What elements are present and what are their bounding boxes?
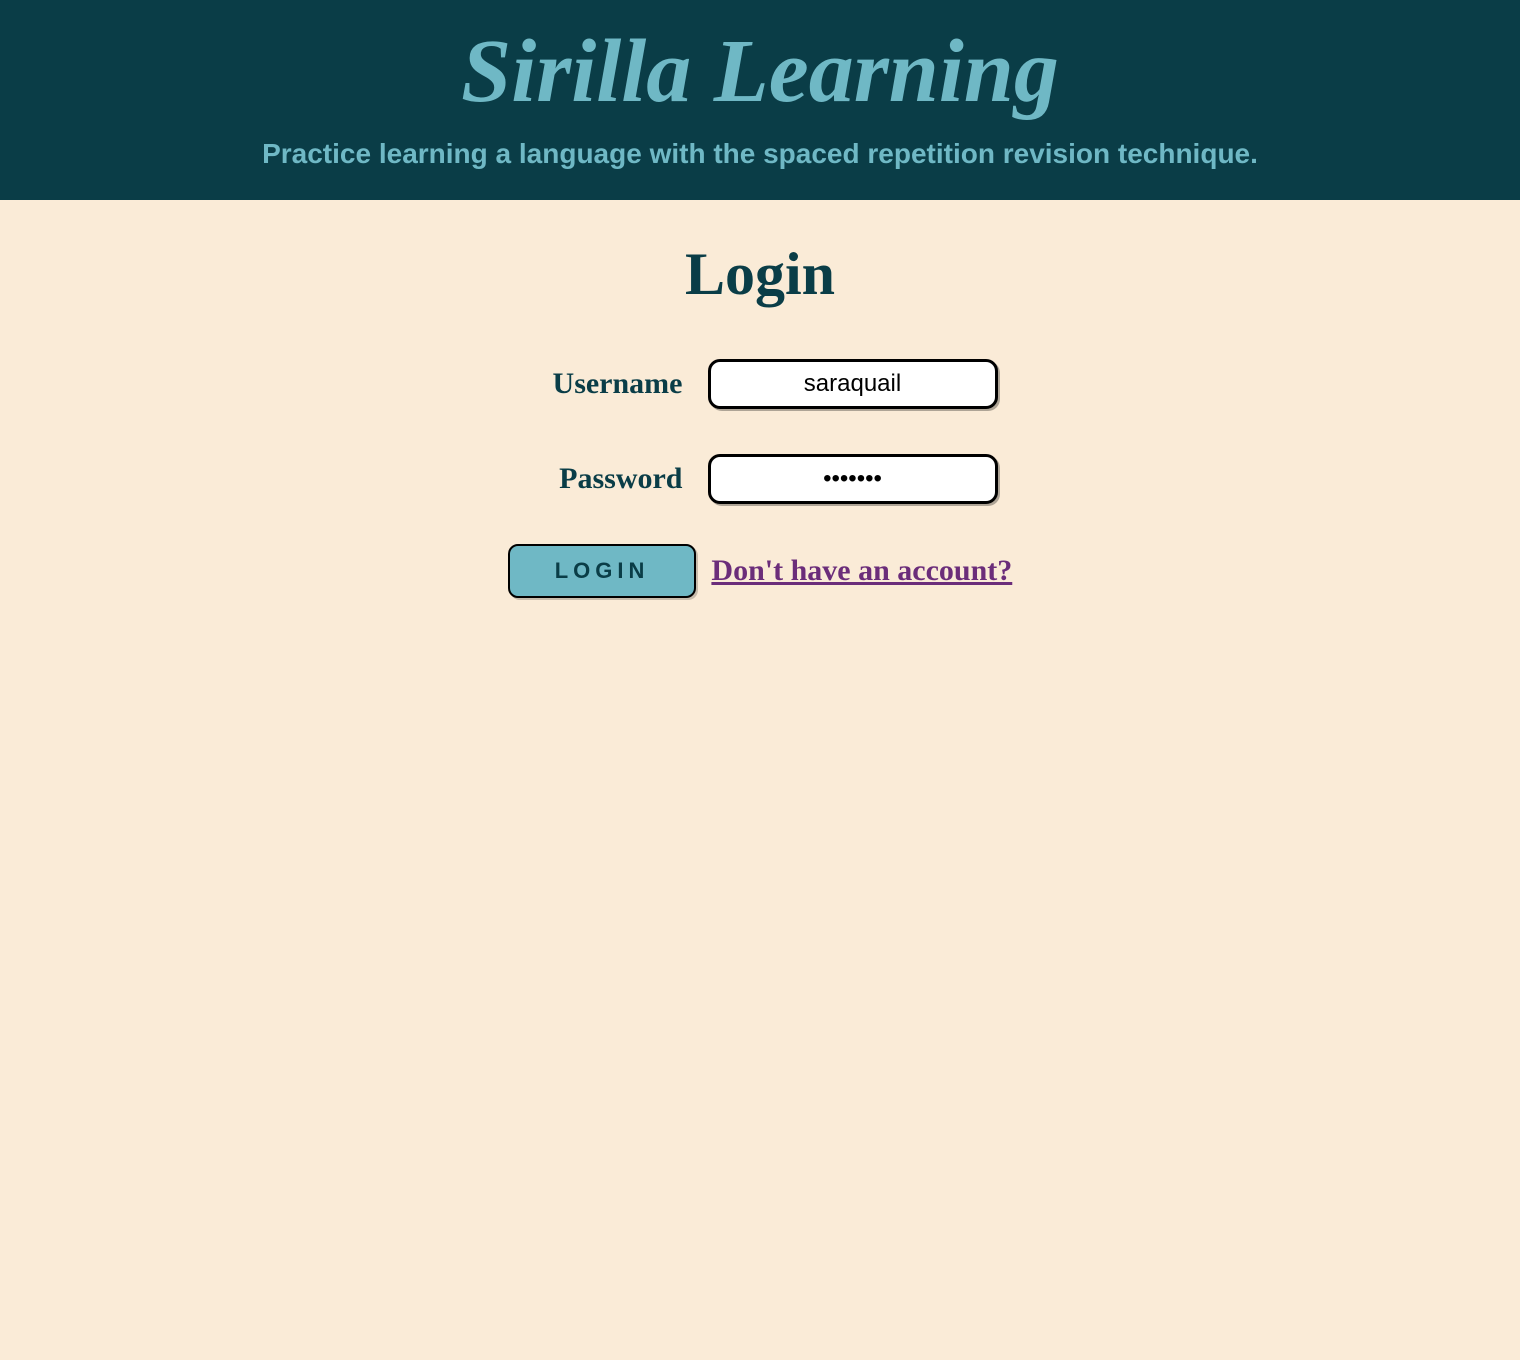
action-row: LOGIN Don't have an account? <box>0 544 1520 598</box>
username-label: Username <box>523 367 683 401</box>
password-input[interactable] <box>708 454 998 504</box>
page-title: Login <box>0 240 1520 309</box>
main-content: Login Username Password LOGIN Don't have… <box>0 200 1520 598</box>
password-label: Password <box>523 462 683 496</box>
site-title: Sirilla Learning <box>0 20 1520 123</box>
login-button[interactable]: LOGIN <box>508 544 697 598</box>
site-tagline: Practice learning a language with the sp… <box>0 138 1520 170</box>
signup-link[interactable]: Don't have an account? <box>711 554 1012 588</box>
username-input[interactable] <box>708 359 998 409</box>
password-row: Password <box>0 454 1520 504</box>
username-row: Username <box>0 359 1520 409</box>
header: Sirilla Learning Practice learning a lan… <box>0 0 1520 200</box>
